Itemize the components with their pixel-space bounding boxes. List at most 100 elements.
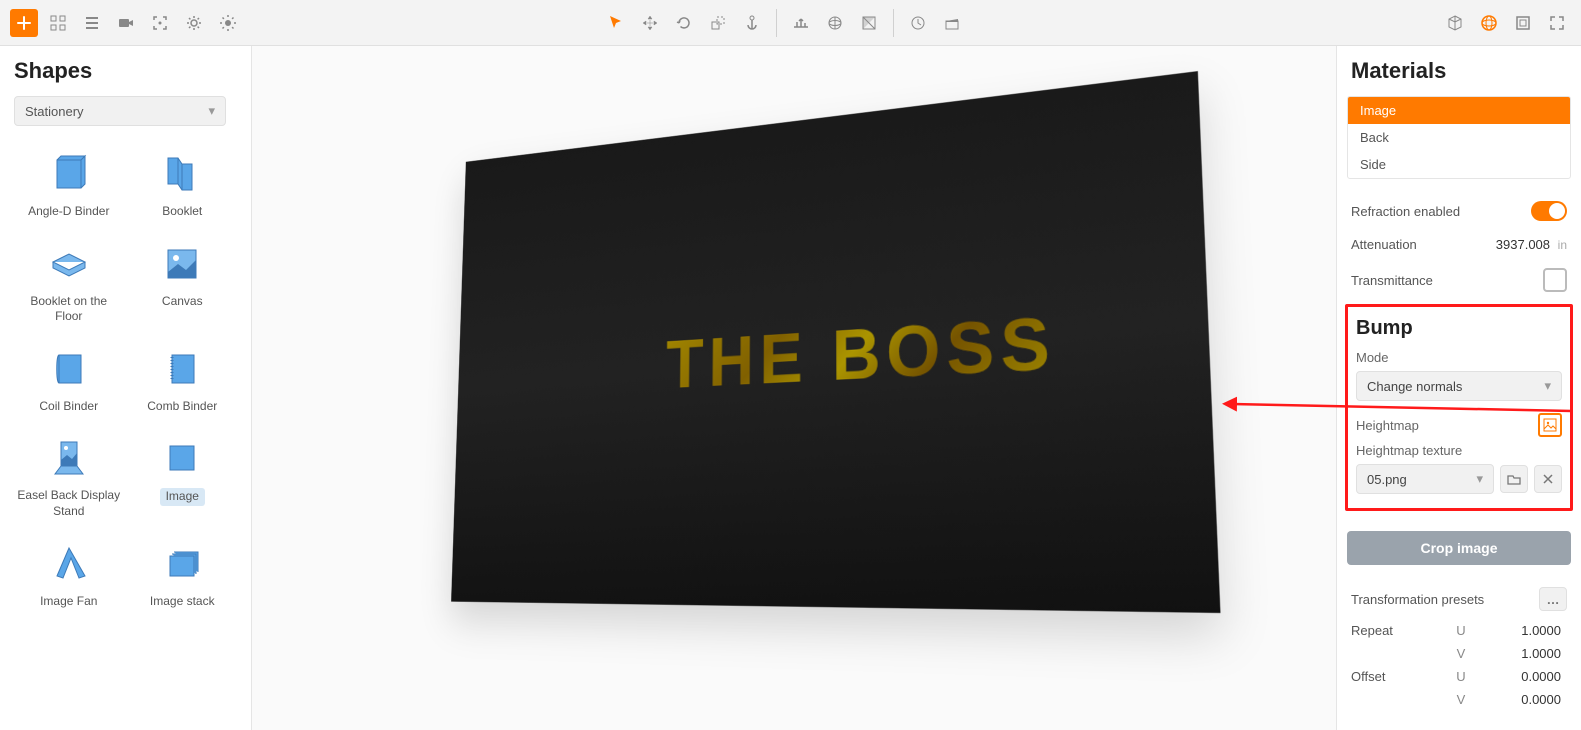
attenuation-row: Attenuation 3937.008 in	[1347, 229, 1571, 260]
scale-tool[interactable]	[704, 9, 732, 37]
u-label: U	[1431, 623, 1491, 638]
shape-label: Angle-D Binder	[16, 204, 122, 220]
ground-icon[interactable]	[787, 9, 815, 37]
contrast-icon[interactable]	[855, 9, 883, 37]
heightmap-image-icon[interactable]	[1538, 413, 1562, 437]
bump-title: Bump	[1356, 317, 1562, 340]
shape-item[interactable]: Booklet on the Floor	[14, 234, 124, 331]
repeat-label: Repeat	[1351, 623, 1431, 638]
shape-thumbnail-icon	[158, 345, 206, 393]
u-label-2: U	[1431, 669, 1491, 684]
shape-item[interactable]: Easel Back Display Stand	[14, 428, 124, 525]
attenuation-label: Attenuation	[1351, 237, 1417, 252]
transform-presets-row: Transformation presets …	[1347, 579, 1571, 619]
shape-thumbnail-icon	[45, 434, 93, 482]
material-tabs: Image Back Side	[1347, 96, 1571, 179]
heightmap-file-select[interactable]: 05.png ▾	[1356, 464, 1494, 494]
transmittance-color[interactable]	[1543, 268, 1567, 292]
bump-mode-label: Mode	[1356, 350, 1562, 365]
transform-presets-button[interactable]: …	[1539, 587, 1567, 611]
anchor-tool[interactable]	[738, 9, 766, 37]
shapes-category-select[interactable]: Stationery ▾	[14, 96, 226, 126]
cube-icon[interactable]	[1441, 9, 1469, 37]
shape-thumbnail-icon	[45, 240, 93, 288]
maximize-icon[interactable]	[1509, 9, 1537, 37]
focus-icon[interactable]	[146, 9, 174, 37]
viewport[interactable]: THE BOSS	[252, 46, 1336, 730]
shapes-panel: Shapes Stationery ▾ Angle-D Binder Bookle…	[0, 46, 252, 730]
shape-thumbnail-icon	[45, 150, 93, 198]
offset-u-value[interactable]: 0.0000	[1491, 669, 1567, 684]
sphere-icon[interactable]	[1475, 9, 1503, 37]
shape-item[interactable]: Angle-D Binder	[14, 144, 124, 226]
clock-icon[interactable]	[904, 9, 932, 37]
materials-panel: Materials Image Back Side Refraction ena…	[1336, 46, 1581, 730]
shape-item[interactable]: Coil Binder	[14, 339, 124, 421]
shape-label: Booklet on the Floor	[16, 294, 122, 325]
shape-thumbnail-icon	[158, 240, 206, 288]
shape-thumbnail-icon	[158, 540, 206, 588]
shape-item[interactable]: Image Fan	[14, 534, 124, 616]
chevron-down-icon: ▾	[1544, 378, 1551, 394]
shape-thumbnail-icon	[158, 150, 206, 198]
shape-label: Coil Binder	[16, 399, 122, 415]
render-text: THE BOSS	[666, 301, 1057, 404]
shape-label: Image Fan	[16, 594, 122, 610]
browse-file-button[interactable]	[1500, 465, 1528, 493]
heightmap-label: Heightmap	[1356, 418, 1419, 433]
shape-label: Canvas	[130, 294, 236, 310]
shape-item[interactable]: Booklet	[128, 144, 238, 226]
gear-icon[interactable]	[180, 9, 208, 37]
repeat-v-value[interactable]: 1.0000	[1491, 646, 1567, 661]
shape-label: Image stack	[130, 594, 236, 610]
shape-label: Booklet	[130, 204, 236, 220]
shape-label: Easel Back Display Stand	[16, 488, 122, 519]
shape-thumbnail-icon	[158, 434, 206, 482]
chevron-down-icon: ▾	[1476, 471, 1483, 487]
materials-title: Materials	[1347, 58, 1571, 84]
add-button[interactable]	[10, 9, 38, 37]
tab-side[interactable]: Side	[1348, 151, 1570, 178]
shape-item[interactable]: Image	[128, 428, 238, 525]
shapes-title: Shapes	[14, 58, 237, 84]
shapes-category-value: Stationery	[25, 104, 84, 119]
repeat-u-value[interactable]: 1.0000	[1491, 623, 1567, 638]
heightmap-file-value: 05.png	[1367, 472, 1407, 487]
grid-icon[interactable]	[44, 9, 72, 37]
v-label-2: V	[1431, 692, 1491, 707]
shape-thumbnail-icon	[45, 540, 93, 588]
list-icon[interactable]	[78, 9, 106, 37]
attenuation-unit: in	[1558, 238, 1567, 252]
shape-item[interactable]: Canvas	[128, 234, 238, 331]
refraction-row: Refraction enabled	[1347, 193, 1571, 229]
shapes-grid: Angle-D Binder Booklet Booklet on the Floo…	[14, 144, 237, 615]
attenuation-value[interactable]: 3937.008	[1496, 237, 1550, 252]
heightmap-texture-label: Heightmap texture	[1356, 443, 1562, 458]
rotate-tool[interactable]	[670, 9, 698, 37]
transform-presets-label: Transformation presets	[1351, 592, 1484, 607]
clear-file-button[interactable]	[1534, 465, 1562, 493]
shape-item[interactable]: Comb Binder	[128, 339, 238, 421]
tab-back[interactable]: Back	[1348, 124, 1570, 151]
tab-image[interactable]: Image	[1348, 97, 1570, 124]
bump-mode-select[interactable]: Change normals ▾	[1356, 371, 1562, 401]
camera-icon[interactable]	[112, 9, 140, 37]
bump-section: Bump Mode Change normals ▾ Heightmap Hei…	[1345, 304, 1573, 511]
transmittance-label: Transmittance	[1351, 273, 1433, 288]
offset-v-value[interactable]: 0.0000	[1491, 692, 1567, 707]
brightness-icon[interactable]	[214, 9, 242, 37]
globe-icon[interactable]	[821, 9, 849, 37]
shape-item[interactable]: Image stack	[128, 534, 238, 616]
v-label: V	[1431, 646, 1491, 661]
transmittance-row: Transmittance	[1347, 260, 1571, 300]
clapper-icon[interactable]	[938, 9, 966, 37]
crop-image-button[interactable]: Crop image	[1347, 531, 1571, 565]
shape-label: Image	[160, 488, 205, 506]
refraction-toggle[interactable]	[1531, 201, 1567, 221]
select-tool[interactable]	[602, 9, 630, 37]
render-object[interactable]: THE BOSS	[451, 71, 1220, 613]
main-area: Shapes Stationery ▾ Angle-D Binder Bookle…	[0, 46, 1581, 730]
move-tool[interactable]	[636, 9, 664, 37]
offset-label: Offset	[1351, 669, 1431, 684]
expand-icon[interactable]	[1543, 9, 1571, 37]
